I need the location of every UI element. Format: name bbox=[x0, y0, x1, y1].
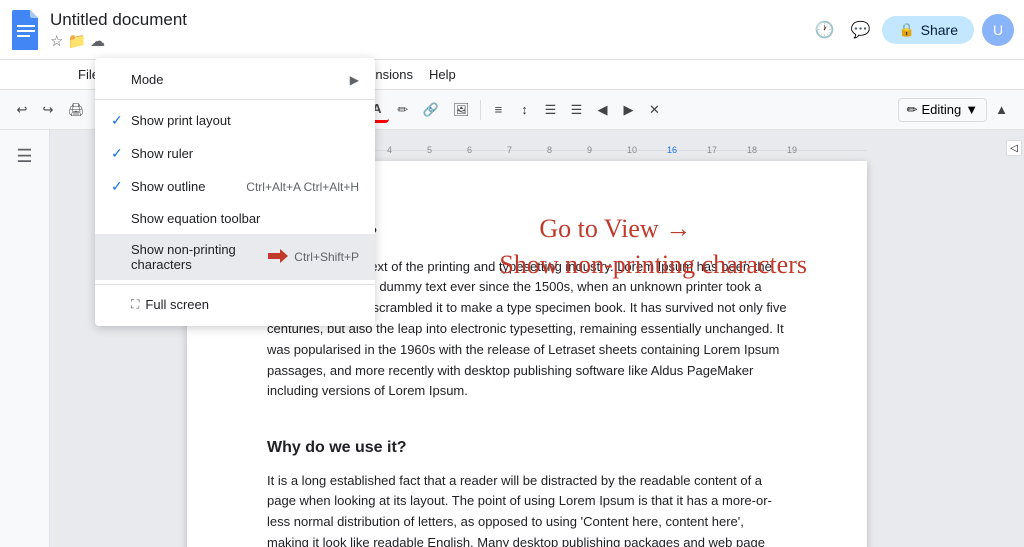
fullscreen-label: Full screen bbox=[145, 297, 359, 312]
top-bar: Untitled document ☆ 📁 ☁ 🕐 💬 🔒 Share U bbox=[0, 0, 1024, 60]
fullscreen-icon: ⛶ bbox=[131, 297, 139, 312]
editing-chevron-icon: ▼ bbox=[965, 102, 978, 117]
menu-item-ruler[interactable]: ✓ Show ruler bbox=[95, 137, 375, 170]
cloud-icon[interactable]: ☁ bbox=[90, 32, 105, 50]
toolbar-separator-4 bbox=[480, 100, 481, 120]
redo-button[interactable]: ↪ bbox=[36, 98, 60, 122]
avatar[interactable]: U bbox=[982, 14, 1014, 46]
menu-item-outline[interactable]: ✓ Show outline Ctrl+Alt+A Ctrl+Alt+H bbox=[95, 170, 375, 203]
print-layout-check: ✓ bbox=[111, 112, 131, 129]
share-label: Share bbox=[921, 22, 958, 38]
outline-label: Show outline bbox=[131, 179, 246, 194]
print-layout-label: Show print layout bbox=[131, 113, 359, 128]
lock-icon: 🔒 bbox=[898, 22, 914, 38]
comments-icon-btn[interactable]: 💬 bbox=[846, 16, 874, 44]
collapse-toolbar-button[interactable]: ▲ bbox=[989, 98, 1014, 121]
paragraph-why-use: It is a long established fact that a rea… bbox=[267, 471, 787, 547]
right-panel: ◁ bbox=[1004, 130, 1024, 547]
menu-item-full-screen[interactable]: ⛶ Full screen bbox=[95, 289, 375, 320]
indent-increase[interactable]: ▶ bbox=[616, 98, 640, 122]
ruler-check: ✓ bbox=[111, 145, 131, 162]
indent-decrease[interactable]: ◀ bbox=[590, 98, 614, 122]
list-number-button[interactable]: ☰ bbox=[564, 98, 588, 122]
menu-item-mode[interactable]: Mode ▶ bbox=[95, 64, 375, 95]
undo-button[interactable]: ↩ bbox=[10, 98, 34, 122]
mode-arrow-icon: ▶ bbox=[350, 73, 359, 87]
share-button[interactable]: 🔒 Share bbox=[882, 16, 974, 44]
red-arrow-icon bbox=[268, 249, 288, 266]
title-area: Untitled document ☆ 📁 ☁ bbox=[50, 10, 810, 50]
outline-check: ✓ bbox=[111, 178, 131, 195]
editing-mode-label: Editing bbox=[922, 102, 962, 117]
mode-label: Mode bbox=[131, 72, 350, 87]
insert-image-button[interactable]: 🖼 bbox=[447, 98, 476, 122]
title-icons: ☆ 📁 ☁ bbox=[50, 32, 810, 50]
google-docs-logo bbox=[10, 10, 42, 50]
ruler-label: Show ruler bbox=[131, 146, 359, 161]
outline-shortcut: Ctrl+Alt+A Ctrl+Alt+H bbox=[246, 180, 359, 194]
doc-title[interactable]: Untitled document bbox=[50, 10, 810, 30]
list-bullet-button[interactable]: ☰ bbox=[538, 98, 562, 122]
non-printing-shortcut: Ctrl+Shift+P bbox=[294, 250, 359, 264]
history-icon-btn[interactable]: 🕐 bbox=[810, 16, 838, 44]
heading-why-use: Why do we use it? bbox=[267, 435, 787, 461]
dropdown-separator-2 bbox=[95, 284, 375, 285]
topbar-right: 🕐 💬 🔒 Share U bbox=[810, 14, 1014, 46]
print-button[interactable]: 🖨 bbox=[62, 98, 91, 122]
sidebar-left: ☰ bbox=[0, 130, 50, 547]
view-dropdown-menu: Mode ▶ ✓ Show print layout ✓ Show ruler … bbox=[95, 58, 375, 326]
non-printing-label: Show non-printing characters bbox=[131, 242, 268, 272]
hamburger-menu-button[interactable]: ☰ bbox=[10, 140, 38, 173]
dropdown-separator-1 bbox=[95, 99, 375, 100]
link-button[interactable]: 🔗 bbox=[417, 98, 445, 122]
expand-button[interactable]: ◁ bbox=[1006, 140, 1022, 156]
menu-item-equation-toolbar[interactable]: Show equation toolbar bbox=[95, 203, 375, 234]
pencil-icon: ✏ bbox=[907, 102, 918, 118]
menu-item-non-printing[interactable]: Show non-printing characters Ctrl+Shift+… bbox=[95, 234, 375, 280]
menu-help[interactable]: Help bbox=[421, 63, 464, 86]
line-spacing-button[interactable]: ↕ bbox=[512, 98, 536, 121]
highlight-button[interactable]: ✏ bbox=[391, 98, 415, 122]
editing-mode-selector[interactable]: ✏ Editing ▼ bbox=[898, 98, 988, 122]
folder-icon[interactable]: 📁 bbox=[67, 32, 86, 50]
equation-label: Show equation toolbar bbox=[131, 211, 359, 226]
star-icon[interactable]: ☆ bbox=[50, 32, 63, 50]
align-button[interactable]: ≡ bbox=[486, 98, 510, 121]
clear-formatting[interactable]: ✕ bbox=[642, 98, 666, 122]
menu-item-print-layout[interactable]: ✓ Show print layout bbox=[95, 104, 375, 137]
